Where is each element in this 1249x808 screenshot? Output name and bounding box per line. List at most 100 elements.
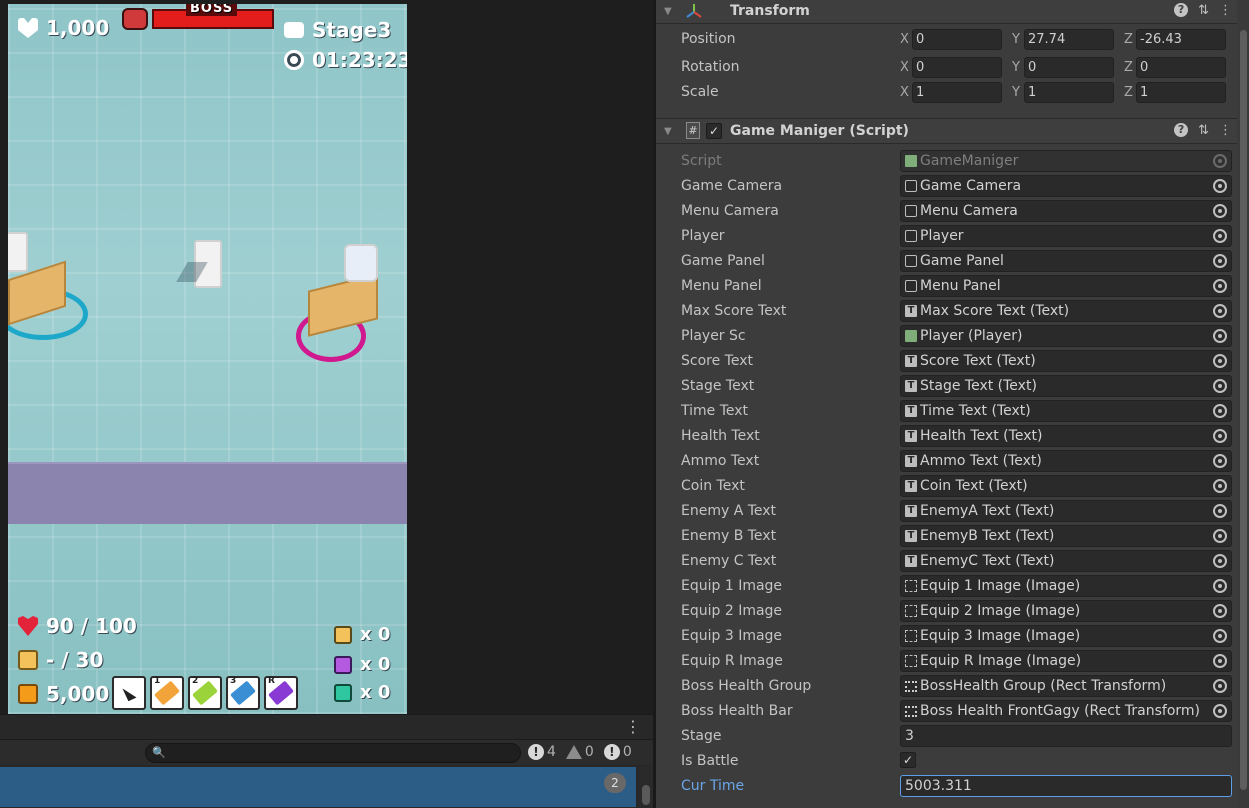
console-scroll-thumb[interactable]	[642, 785, 650, 805]
more-options-icon[interactable]: ⋮	[625, 719, 641, 735]
object-picker-icon[interactable]	[1213, 279, 1227, 293]
object-picker-icon[interactable]	[1213, 229, 1227, 243]
console-scrollbar[interactable]	[639, 767, 653, 807]
object-reference-field[interactable]: T EnemyB Text (Text)	[900, 525, 1232, 547]
is-battle-checkbox[interactable]: ✓	[900, 752, 916, 768]
field-value: Equip 2 Image (Image)	[920, 603, 1081, 619]
object-reference-field[interactable]: BossHealth Group (Rect Transform)	[900, 675, 1232, 697]
object-picker-icon[interactable]	[1213, 254, 1227, 268]
more-icon[interactable]: ⋮	[1219, 3, 1232, 18]
object-picker-icon[interactable]	[1213, 679, 1227, 693]
script-header-icons: ? ⇅ ⋮	[1174, 123, 1232, 138]
info-icon: !	[528, 744, 544, 760]
object-picker-icon[interactable]	[1213, 479, 1227, 493]
shop-npc	[344, 244, 378, 282]
weapon-slot-cursor[interactable]	[112, 676, 146, 710]
health-hud: 90 / 100	[18, 614, 137, 638]
object-reference-field[interactable]: Equip R Image (Image)	[900, 650, 1232, 672]
rotation-y-field[interactable]: 0	[1024, 57, 1114, 78]
transform-header[interactable]: ▼ Transform ? ⇅ ⋮	[656, 0, 1240, 24]
collapse-arrow-icon[interactable]: ▼	[664, 126, 672, 137]
weapon-slot-2[interactable]: 2	[188, 676, 222, 710]
object-picker-icon[interactable]	[1213, 629, 1227, 643]
object-reference-field[interactable]: T Coin Text (Text)	[900, 475, 1232, 497]
object-reference-field[interactable]: T Ammo Text (Text)	[900, 450, 1232, 472]
object-picker-icon[interactable]	[1213, 329, 1227, 343]
error-toggle[interactable]: ! 0	[603, 744, 632, 760]
field-label: Coin Text	[681, 478, 745, 494]
weapon-slot-r[interactable]: R	[264, 676, 298, 710]
console-log-entry[interactable]: 2	[0, 767, 636, 807]
object-picker-icon[interactable]	[1213, 504, 1227, 518]
inspector-scrollbar[interactable]	[1237, 0, 1249, 808]
object-reference-field[interactable]: T Max Score Text (Text)	[900, 300, 1232, 322]
help-icon[interactable]: ?	[1174, 123, 1189, 137]
object-picker-icon[interactable]	[1213, 379, 1227, 393]
object-picker-icon[interactable]	[1213, 604, 1227, 618]
object-picker-icon[interactable]	[1213, 704, 1227, 718]
console-search-input[interactable]: 🔍	[145, 743, 521, 763]
scale-z-field[interactable]: 1	[1136, 82, 1226, 103]
enemy-c-icon	[334, 683, 352, 702]
weapon-slot-3[interactable]: 3	[226, 676, 260, 710]
object-picker-icon[interactable]	[1213, 429, 1227, 443]
weapon-slot-1[interactable]: 1	[150, 676, 184, 710]
preset-icon[interactable]: ⇅	[1198, 123, 1209, 138]
component-enabled-checkbox[interactable]: ✓	[706, 123, 722, 139]
field-value: Score Text (Text)	[920, 353, 1036, 369]
cur-time-field[interactable]: 5003.311	[900, 775, 1232, 797]
console-toolbar: 🔍 ! 4 0 ! 0	[0, 739, 653, 765]
object-reference-field[interactable]: Equip 1 Image (Image)	[900, 575, 1232, 597]
game-view[interactable]: 1,000 BOSS Stage3 01:23:23 90 / 100 - / …	[8, 4, 407, 714]
help-icon[interactable]: ?	[1174, 3, 1189, 17]
object-reference-field[interactable]: Player	[900, 225, 1232, 247]
object-reference-field[interactable]: T Score Text (Text)	[900, 350, 1232, 372]
object-picker-icon[interactable]	[1213, 304, 1227, 318]
object-reference-field[interactable]: Menu Panel	[900, 275, 1232, 297]
object-picker-icon[interactable]	[1213, 204, 1227, 218]
transform-position-row: Position X0 Y 27.74 Z -26.43	[656, 27, 1240, 52]
object-picker-icon[interactable]	[1213, 529, 1227, 543]
object-reference-field[interactable]: T EnemyA Text (Text)	[900, 500, 1232, 522]
inspector-scroll-thumb[interactable]	[1240, 30, 1247, 790]
enemy-b-hud: x 0	[334, 654, 390, 675]
object-reference-field[interactable]: Equip 3 Image (Image)	[900, 625, 1232, 647]
more-icon[interactable]: ⋮	[1219, 123, 1232, 138]
object-picker-icon[interactable]	[1213, 454, 1227, 468]
position-x-field[interactable]: 0	[912, 29, 1002, 50]
log-toggle[interactable]: ! 4	[528, 744, 556, 760]
object-reference-field[interactable]: Game Camera	[900, 175, 1232, 197]
object-picker-icon[interactable]	[1213, 179, 1227, 193]
collapse-arrow-icon[interactable]: ▼	[664, 6, 672, 17]
scale-y-field[interactable]: 1	[1024, 82, 1114, 103]
object-picker-icon[interactable]	[1213, 354, 1227, 368]
scale-x-field[interactable]: 1	[912, 82, 1002, 103]
preset-icon[interactable]: ⇅	[1198, 3, 1209, 18]
object-picker-icon[interactable]	[1213, 654, 1227, 668]
stage-field[interactable]: 3	[900, 725, 1232, 747]
object-reference-field[interactable]: Equip 2 Image (Image)	[900, 600, 1232, 622]
object-reference-field[interactable]: T Time Text (Text)	[900, 400, 1232, 422]
object-reference-field[interactable]: Player (Player)	[900, 325, 1232, 347]
object-reference-field[interactable]: T Health Text (Text)	[900, 425, 1232, 447]
object-picker-icon[interactable]	[1213, 404, 1227, 418]
position-z-field[interactable]: -26.43	[1136, 29, 1226, 50]
object-reference-field[interactable]: T Stage Text (Text)	[900, 375, 1232, 397]
object-picker-icon[interactable]	[1213, 554, 1227, 568]
object-reference-field[interactable]: Game Panel	[900, 250, 1232, 272]
text-icon: T	[905, 405, 917, 417]
object-reference-field[interactable]: Menu Camera	[900, 200, 1232, 222]
object-picker-icon[interactable]	[1213, 579, 1227, 593]
object-reference-field[interactable]: Boss Health FrontGagy (Rect Transform)	[900, 700, 1232, 722]
warning-toggle[interactable]: 0	[565, 744, 594, 760]
script-component-header[interactable]: ▼ # ✓ Game Maniger (Script) ? ⇅ ⋮	[656, 118, 1240, 144]
rotation-x-field[interactable]: 0	[912, 57, 1002, 78]
text-icon: T	[905, 555, 917, 567]
cur-time-row: Cur Time 5003.311	[656, 774, 1240, 799]
rotation-z-field[interactable]: 0	[1136, 57, 1226, 78]
object-reference-field[interactable]: T EnemyC Text (Text)	[900, 550, 1232, 572]
position-y-field[interactable]: 27.74	[1024, 29, 1114, 50]
field-row: Coin Text T Coin Text (Text)	[656, 474, 1240, 499]
field-label: Enemy B Text	[681, 528, 777, 544]
field-row: Player Sc Player (Player)	[656, 324, 1240, 349]
